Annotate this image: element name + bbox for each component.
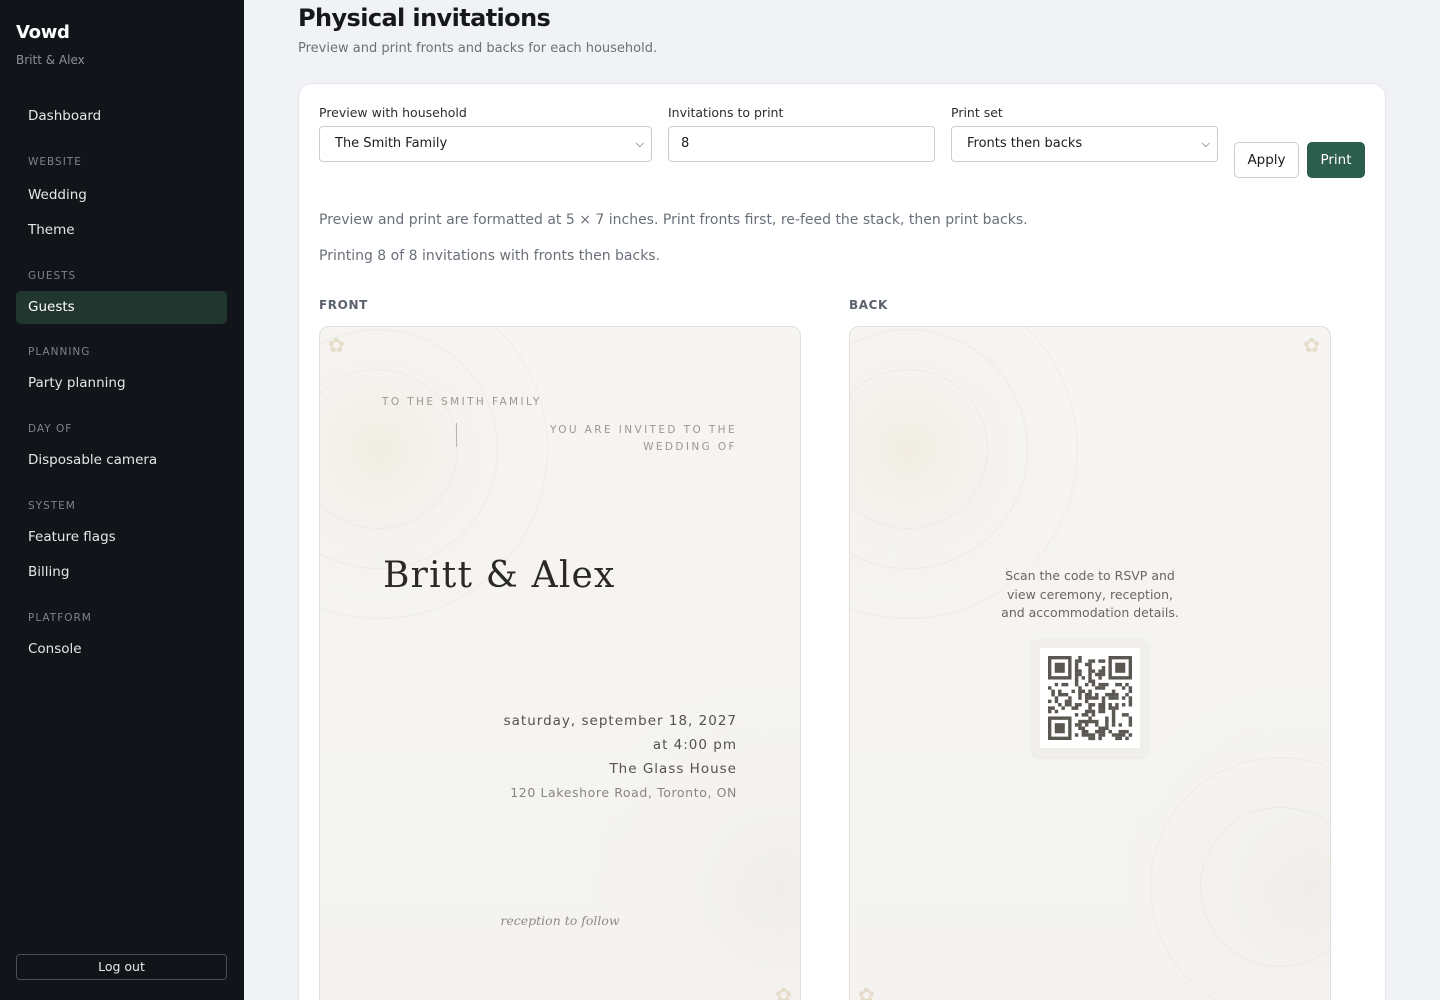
count-label: Invitations to print xyxy=(668,105,784,120)
household-select-value: The Smith Family xyxy=(335,136,448,151)
floral-sprig-icon: ✿ xyxy=(775,983,792,1000)
divider xyxy=(456,423,457,447)
count-input-value: 8 xyxy=(681,136,690,151)
page-subtitle: Preview and print fronts and backs for e… xyxy=(298,41,658,56)
floral-sprig-icon: ✿ xyxy=(858,983,875,1000)
printset-select-value: Fronts then backs xyxy=(967,136,1083,151)
nav-section-website: WEBSITE xyxy=(28,156,82,168)
sidebar-item-dashboard[interactable]: Dashboard xyxy=(16,100,227,133)
couple-names: Britt & Alex xyxy=(383,555,616,596)
page-title: Physical invitations xyxy=(298,4,551,32)
nav-section-day-of: DAY OF xyxy=(28,423,73,435)
count-input[interactable]: 8 xyxy=(668,126,935,162)
back-label: BACK xyxy=(849,298,888,312)
front-label: FRONT xyxy=(319,298,368,312)
logout-button[interactable]: Log out xyxy=(16,954,227,980)
format-note: Preview and print are formatted at 5 × 7… xyxy=(319,212,1028,228)
sidebar-item-billing[interactable]: Billing xyxy=(16,556,227,589)
event-date: saturday, september 18, 2027 xyxy=(503,713,737,729)
invite-heading: YOU ARE INVITED TO THE WEDDING OF xyxy=(549,424,737,453)
household-select[interactable]: The Smith Family ⌵ xyxy=(319,126,652,162)
qr-code-card xyxy=(1031,639,1149,757)
printset-select[interactable]: Fronts then backs ⌵ xyxy=(951,126,1218,162)
event-time: at 4:00 pm xyxy=(652,737,737,753)
print-status: Printing 8 of 8 invitations with fronts … xyxy=(319,248,661,264)
sidebar-item-disposable-camera[interactable]: Disposable camera xyxy=(16,444,227,477)
sidebar-item-feature-flags[interactable]: Feature flags xyxy=(16,521,227,554)
sidebar: Vowd Britt & Alex Dashboard WEBSITE Wedd… xyxy=(0,0,244,1000)
floral-sprig-icon: ✿ xyxy=(1303,333,1320,357)
decor-ring xyxy=(1150,757,1330,1000)
printset-label: Print set xyxy=(951,105,1003,120)
invitation-back-preview: ✿ ✿ Scan the code to RSVP and view cerem… xyxy=(849,326,1331,1000)
couple-name: Britt & Alex xyxy=(16,53,85,67)
sidebar-item-console[interactable]: Console xyxy=(16,633,227,666)
apply-button[interactable]: Apply xyxy=(1234,142,1299,178)
rsvp-instructions: Scan the code to RSVP and view ceremony,… xyxy=(850,567,1330,623)
print-button[interactable]: Print xyxy=(1307,142,1365,178)
sidebar-item-wedding[interactable]: Wedding xyxy=(16,179,227,212)
nav-section-guests: GUESTS xyxy=(28,270,77,282)
rsvp-instructions-text: Scan the code to RSVP and view ceremony,… xyxy=(1001,568,1179,620)
invite-addressee: TO THE SMITH FAMILY xyxy=(382,396,542,408)
sidebar-nav: Dashboard WEBSITE Wedding Theme GUESTS G… xyxy=(16,100,227,668)
chevron-down-icon: ⌵ xyxy=(1201,137,1210,150)
invitation-front-preview: ✿ ✿ TO THE SMITH FAMILY YOU ARE INVITED … xyxy=(319,326,801,1000)
brand-logo[interactable]: Vowd xyxy=(16,22,70,43)
event-address: 120 Lakeshore Road, Toronto, ON xyxy=(510,785,737,800)
invitations-card: Preview with household The Smith Family … xyxy=(298,83,1386,1000)
event-venue: The Glass House xyxy=(609,761,737,777)
nav-section-planning: PLANNING xyxy=(28,346,91,358)
sidebar-item-guests[interactable]: Guests xyxy=(16,291,227,324)
qr-code-icon xyxy=(1040,648,1140,748)
nav-section-system: SYSTEM xyxy=(28,500,76,512)
household-label: Preview with household xyxy=(319,105,467,120)
chevron-down-icon: ⌵ xyxy=(635,137,644,150)
event-details: saturday, september 18, 2027 at 4:00 pm … xyxy=(504,709,737,805)
sidebar-item-party-planning[interactable]: Party planning xyxy=(16,367,227,400)
nav-section-platform: PLATFORM xyxy=(28,612,92,624)
sidebar-item-theme[interactable]: Theme xyxy=(16,214,227,247)
floral-sprig-icon: ✿ xyxy=(328,333,345,357)
reception-note: reception to follow xyxy=(500,913,620,928)
